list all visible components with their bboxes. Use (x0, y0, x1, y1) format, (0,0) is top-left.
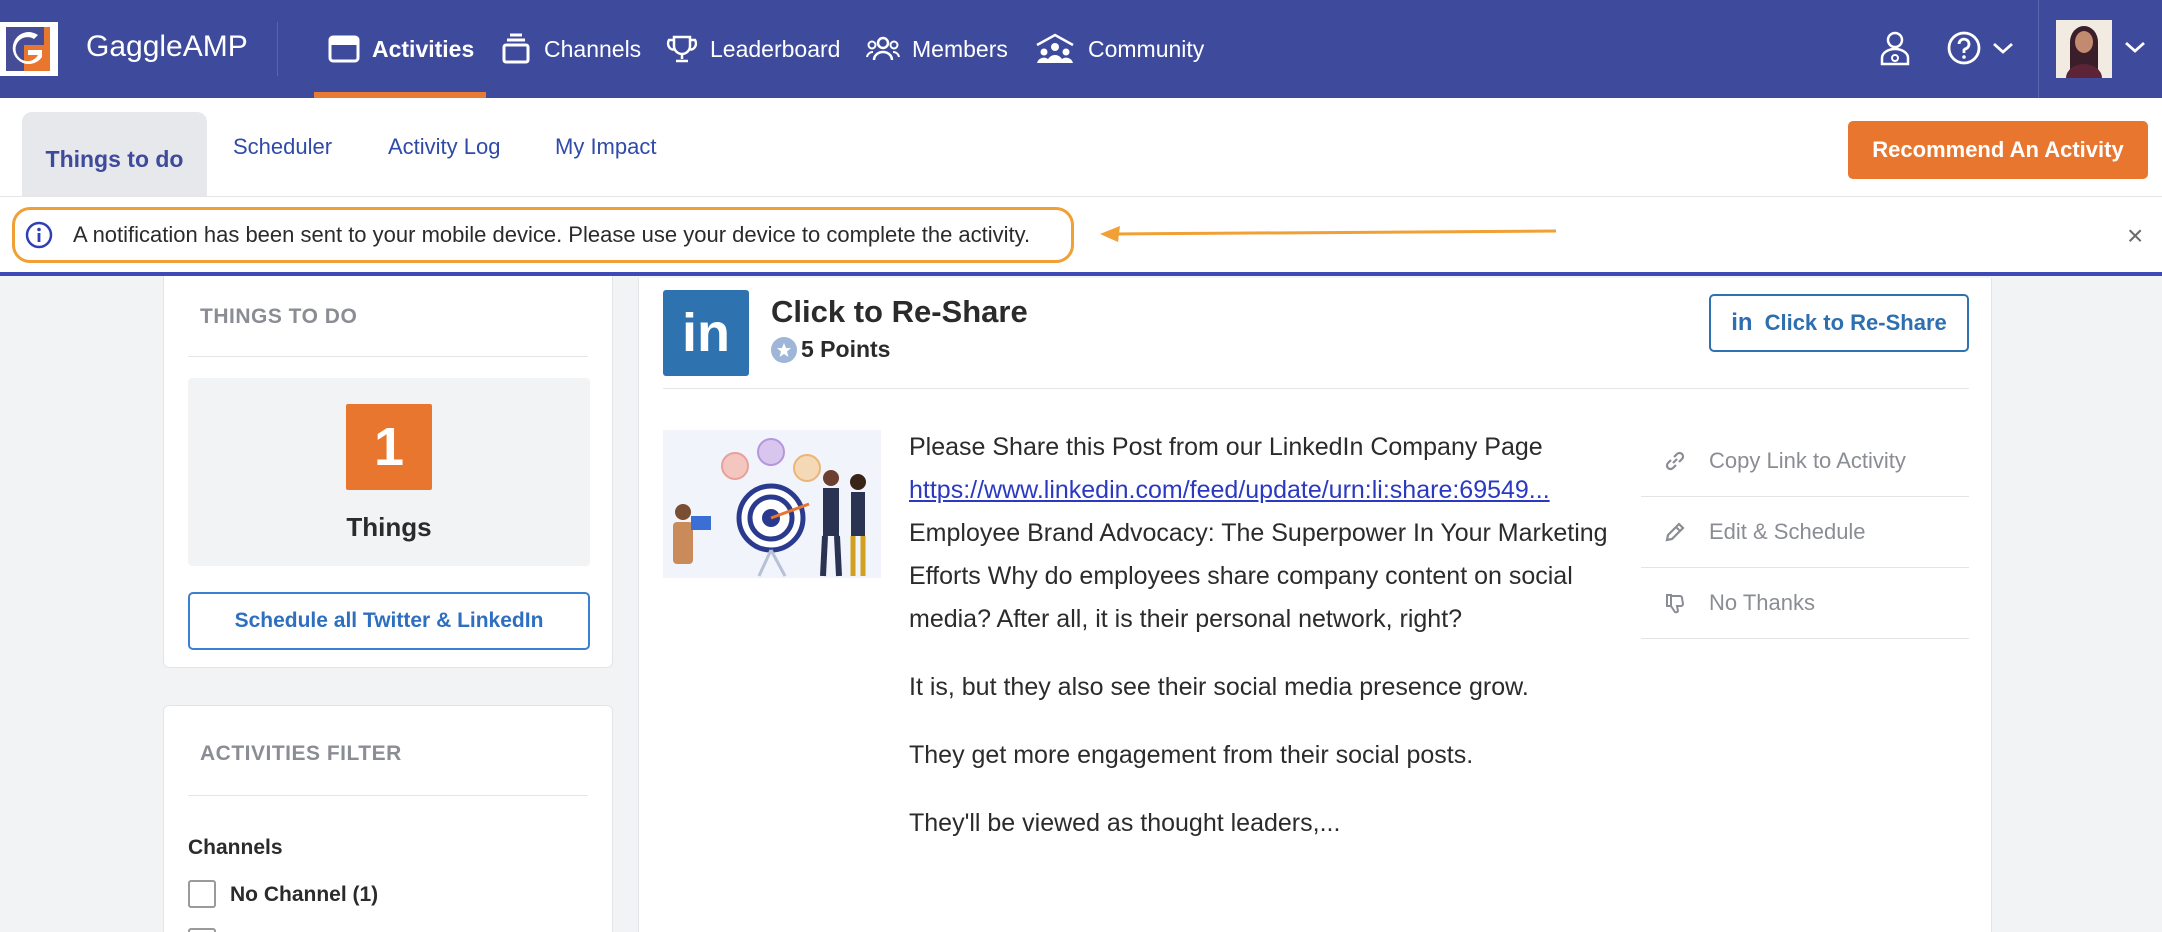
description-line: Please Share this Post from our LinkedIn… (909, 433, 1543, 461)
info-icon (25, 221, 53, 254)
stack-icon (500, 33, 532, 65)
target-illustration-icon (663, 430, 881, 578)
card-title: ACTIVITIES FILTER (200, 742, 402, 765)
things-count-badge: 1 (346, 404, 432, 490)
community-icon (1034, 33, 1076, 65)
no-thanks-button[interactable]: No Thanks (1641, 568, 1969, 639)
nav-community[interactable]: Community (1034, 0, 1204, 98)
copy-link-button[interactable]: Copy Link to Activity (1641, 426, 1969, 497)
action-label: Copy Link to Activity (1709, 448, 1906, 473)
arrow-left-icon (1100, 226, 1557, 242)
channel-checkbox[interactable] (188, 928, 216, 932)
divider (188, 795, 588, 796)
nav-members[interactable]: Members (866, 0, 1008, 98)
recommend-activity-button[interactable]: Recommend An Activity (1848, 121, 2148, 179)
tab-activity-log[interactable]: Activity Log (388, 134, 501, 160)
nav-label: Channels (544, 35, 642, 62)
notification-banner: A notification has been sent to your mob… (0, 196, 2162, 276)
divider (188, 356, 588, 357)
things-to-do-card: THINGS TO DO 1 Things Schedule all Twitt… (163, 276, 613, 668)
click-to-reshare-button[interactable]: in Click to Re-Share (1709, 294, 1969, 352)
account-menu-button[interactable] (2124, 40, 2146, 54)
activities-filter-card: ACTIVITIES FILTER Channels No Channel (1… (163, 705, 613, 932)
activity-title: Click to Re-Share (771, 294, 1028, 329)
nav-label: Activities (372, 35, 475, 62)
gaggleamp-logo[interactable] (0, 22, 58, 76)
window-icon (328, 35, 360, 63)
chevron-down-icon (2125, 41, 2145, 53)
sub-navigation: Things to do Scheduler Activity Log My I… (0, 98, 2162, 196)
channels-heading: Channels (188, 836, 283, 859)
divider (277, 22, 278, 76)
linkedin-icon: in (1731, 309, 1753, 336)
activity-thumbnail[interactable] (663, 430, 881, 578)
members-icon (866, 35, 900, 63)
description-line: Employee Brand Advocacy: The Superpower … (909, 519, 1608, 633)
pencil-icon (1663, 520, 1687, 544)
close-icon[interactable]: × (2127, 220, 2143, 252)
no-channel-label[interactable]: No Channel (1) (230, 883, 378, 907)
nav-channels[interactable]: Channels (500, 0, 641, 98)
things-count-label: Things (346, 512, 432, 542)
logo-icon (6, 27, 50, 71)
description-paragraph: They'll be viewed as thought leaders,... (909, 809, 1341, 837)
tab-scheduler[interactable]: Scheduler (233, 134, 332, 160)
card-title: THINGS TO DO (200, 305, 358, 328)
chevron-down-icon (1993, 42, 2013, 54)
activity-points: 5 Points (771, 336, 890, 363)
points-label: 5 Points (801, 336, 891, 362)
link-icon (1663, 449, 1687, 473)
edit-schedule-button[interactable]: Edit & Schedule (1641, 497, 1969, 568)
linkedin-icon: in (663, 290, 749, 376)
divider (663, 388, 1969, 389)
nav-leaderboard[interactable]: Leaderboard (666, 0, 840, 98)
reshare-label: Click to Re-Share (1764, 310, 1947, 335)
brand-name: GaggleAMP (86, 30, 248, 63)
linkedin-post-link[interactable]: https://www.linkedin.com/feed/update/urn… (909, 469, 1605, 512)
schedule-all-button[interactable]: Schedule all Twitter & LinkedIn (188, 592, 590, 650)
action-label: Edit & Schedule (1709, 519, 1866, 544)
thumbs-down-icon (1663, 591, 1687, 615)
help-menu-button[interactable] (1946, 30, 2014, 66)
avatar[interactable] (2056, 20, 2112, 78)
nav-label: Leaderboard (710, 35, 841, 62)
star-icon (771, 336, 797, 363)
user-photo-icon (2056, 20, 2112, 78)
top-bar: GaggleAMP Activities Channels Leaderboar… (0, 0, 2162, 98)
action-label: No Thanks (1709, 590, 1815, 615)
nav-label: Community (1088, 35, 1205, 62)
divider (2038, 0, 2039, 98)
notification-message: A notification has been sent to your mob… (73, 222, 1031, 247)
activity-actions: Copy Link to Activity Edit & Schedule No… (1641, 426, 1969, 639)
description-paragraph: It is, but they also see their social me… (909, 673, 1529, 701)
no-channel-checkbox[interactable] (188, 880, 216, 908)
description-paragraph: They get more engagement from their soci… (909, 741, 1474, 769)
nav-label: Members (912, 35, 1008, 62)
trophy-icon (666, 34, 698, 64)
things-count-box[interactable]: 1 Things (188, 378, 590, 566)
nav-activities[interactable]: Activities (328, 0, 474, 98)
user-badge-icon (1880, 31, 1910, 66)
tab-my-impact[interactable]: My Impact (555, 134, 656, 160)
help-icon (1947, 31, 1981, 65)
tab-things-to-do[interactable]: Things to do (22, 112, 207, 196)
activity-description: Please Share this Post from our LinkedIn… (909, 426, 1609, 870)
activity-card: in Click to Re-Share 5 Points in Click t… (638, 278, 1992, 932)
user-support-button[interactable] (1878, 30, 1912, 66)
